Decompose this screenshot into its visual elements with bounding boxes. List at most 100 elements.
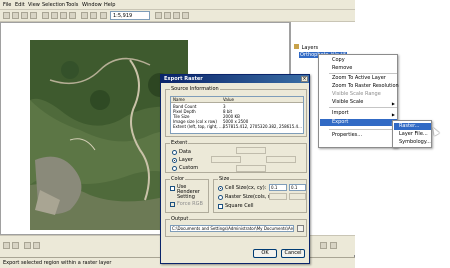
menu-item-import[interactable]: Import ▶ [320, 110, 397, 117]
menu-separator [329, 73, 397, 74]
submenu-item-symbology[interactable]: Symbology... [394, 139, 431, 146]
menu-item-remove[interactable]: Remove [320, 65, 397, 72]
menu-item-properties[interactable]: Properties... [320, 132, 397, 139]
export-raster-dialog: Export Raster × Source Information Name … [160, 74, 310, 264]
rotate-icon[interactable] [12, 242, 19, 249]
zoom-active-label: Zoom To Active Layer [332, 75, 386, 81]
extent-data-radio[interactable] [172, 150, 177, 155]
zoom-raster-label: Zoom To Raster Resolution [332, 83, 399, 89]
undo-icon[interactable] [81, 12, 88, 19]
color-label: Color [170, 176, 186, 182]
submenu-arrow-icon: ▶ [391, 101, 395, 106]
menu-item-zoom-raster-resolution[interactable]: Zoom To Raster Resolution [320, 83, 399, 90]
extent-layer-radio[interactable] [172, 158, 177, 163]
editor-icon[interactable] [155, 12, 162, 19]
menu-item-export[interactable]: Export▶ [320, 119, 397, 126]
raster-cols-field[interactable] [269, 193, 287, 200]
menu-tools[interactable]: Tools [66, 2, 78, 8]
copy-label: Copy [332, 57, 345, 63]
size-group: Size Cell Size(cx, cy): 0.1 0.1 Raster S… [213, 176, 307, 213]
print-icon[interactable] [30, 12, 37, 19]
copy-icon[interactable] [51, 12, 58, 19]
raster-rows-field[interactable] [289, 193, 306, 200]
catalog-icon[interactable] [164, 12, 171, 19]
menu-edit[interactable]: Edit [15, 2, 25, 8]
text-icon[interactable] [33, 242, 40, 249]
delete-icon[interactable] [69, 12, 76, 19]
new-icon[interactable] [3, 12, 10, 19]
table-cell: Extent (left, top, right, ...) [173, 124, 225, 129]
force-rgb-checkbox[interactable] [170, 202, 175, 207]
extent-group: Extent Data Layer Custom [165, 140, 307, 173]
select-elements-icon[interactable] [3, 242, 10, 249]
use-renderer-checkbox[interactable] [170, 186, 175, 191]
menu-item-copy[interactable]: Copy [320, 57, 397, 64]
source-information-label: Source Information [170, 86, 220, 92]
color-group: Color Use Renderer Setting Force RGB [165, 176, 209, 213]
rectangle-icon[interactable] [24, 242, 31, 249]
force-rgb-label: Force RGB [177, 201, 203, 207]
square-cell-label: Square Cell [225, 203, 254, 209]
square-cell-checkbox[interactable] [218, 204, 223, 209]
layers-label: Layers [301, 45, 319, 51]
output-group: Output C:\Documents and Settings\Adminis… [165, 216, 307, 237]
redo-icon[interactable] [90, 12, 97, 19]
menu-bar: File Edit View Selection Tools Window He… [0, 0, 355, 10]
properties-label: Properties... [332, 132, 363, 138]
menu-file[interactable]: File [3, 2, 11, 8]
help-icon[interactable] [182, 12, 189, 19]
standard-toolbar: 1:5,919 [0, 10, 355, 22]
toolbox-icon[interactable] [173, 12, 180, 19]
submenu-item-layer-file[interactable]: Layer File... [394, 131, 431, 138]
add-data-icon[interactable] [100, 12, 107, 19]
status-text: Export selected region within a raster l… [3, 260, 112, 266]
open-icon[interactable] [12, 12, 19, 19]
ok-button[interactable]: OK [253, 249, 277, 258]
zoom-in-icon[interactable] [320, 242, 327, 249]
menu-selection[interactable]: Selection [42, 2, 65, 8]
visible-scale-range-label: Visible Scale Range [332, 91, 381, 97]
column-header-name: Name [171, 97, 221, 103]
use-renderer-label: Use Renderer Setting [177, 184, 200, 200]
cell-cy-field[interactable]: 0.1 [289, 184, 306, 191]
import-label: Import [332, 110, 349, 116]
output-path-field[interactable]: C:\Documents and Settings\Administrator\… [170, 225, 294, 232]
submenu-arrow-icon: ▶ [391, 112, 395, 117]
dialog-title: Export Raster [161, 75, 309, 83]
menu-view[interactable]: View [28, 2, 40, 8]
remove-label: Remove [332, 65, 353, 71]
map-scale-input[interactable]: 1:5,919 [110, 11, 150, 20]
menu-window[interactable]: Window [82, 2, 102, 8]
extent-bottom-field[interactable] [236, 165, 266, 172]
export-submenu: Raster... Layer File... Symbology... [392, 120, 432, 148]
output-label: Output [170, 216, 190, 222]
size-label: Size [218, 176, 231, 182]
column-header-value: Value [221, 97, 303, 103]
menu-separator [329, 107, 397, 108]
menu-item-zoom-active-layer[interactable]: Zoom To Active Layer [320, 75, 397, 82]
extent-custom-radio[interactable] [172, 166, 177, 171]
menu-help[interactable]: Help [104, 2, 115, 8]
browse-folder-icon[interactable] [297, 225, 304, 232]
extent-label: Extent [170, 140, 189, 146]
export-label: Export [332, 119, 349, 125]
extent-custom-label: Custom [179, 165, 199, 171]
cell-size-label: Cell Size(cx, cy): [225, 185, 267, 191]
menu-item-visible-scale[interactable]: Visible Scale ▶ [320, 99, 397, 106]
menu-item-visible-scale-range[interactable]: Visible Scale Range [320, 91, 397, 98]
extent-layer-label: Layer [179, 157, 193, 163]
paste-icon[interactable] [60, 12, 67, 19]
raster-size-radio[interactable] [218, 195, 223, 200]
zoom-out-icon[interactable] [330, 242, 337, 249]
extent-top-field[interactable] [236, 147, 266, 154]
cell-cx-field[interactable]: 0.1 [269, 184, 287, 191]
extent-right-field[interactable] [266, 156, 296, 163]
save-icon[interactable] [21, 12, 28, 19]
extent-left-field[interactable] [211, 156, 241, 163]
submenu-item-raster[interactable]: Raster... [394, 123, 431, 130]
cut-icon[interactable] [42, 12, 49, 19]
cell-size-radio[interactable] [218, 186, 223, 191]
source-information-group: Source Information Name Value Band Count… [165, 86, 307, 137]
cancel-button[interactable]: Cancel [281, 249, 305, 258]
close-icon[interactable]: × [301, 76, 308, 82]
